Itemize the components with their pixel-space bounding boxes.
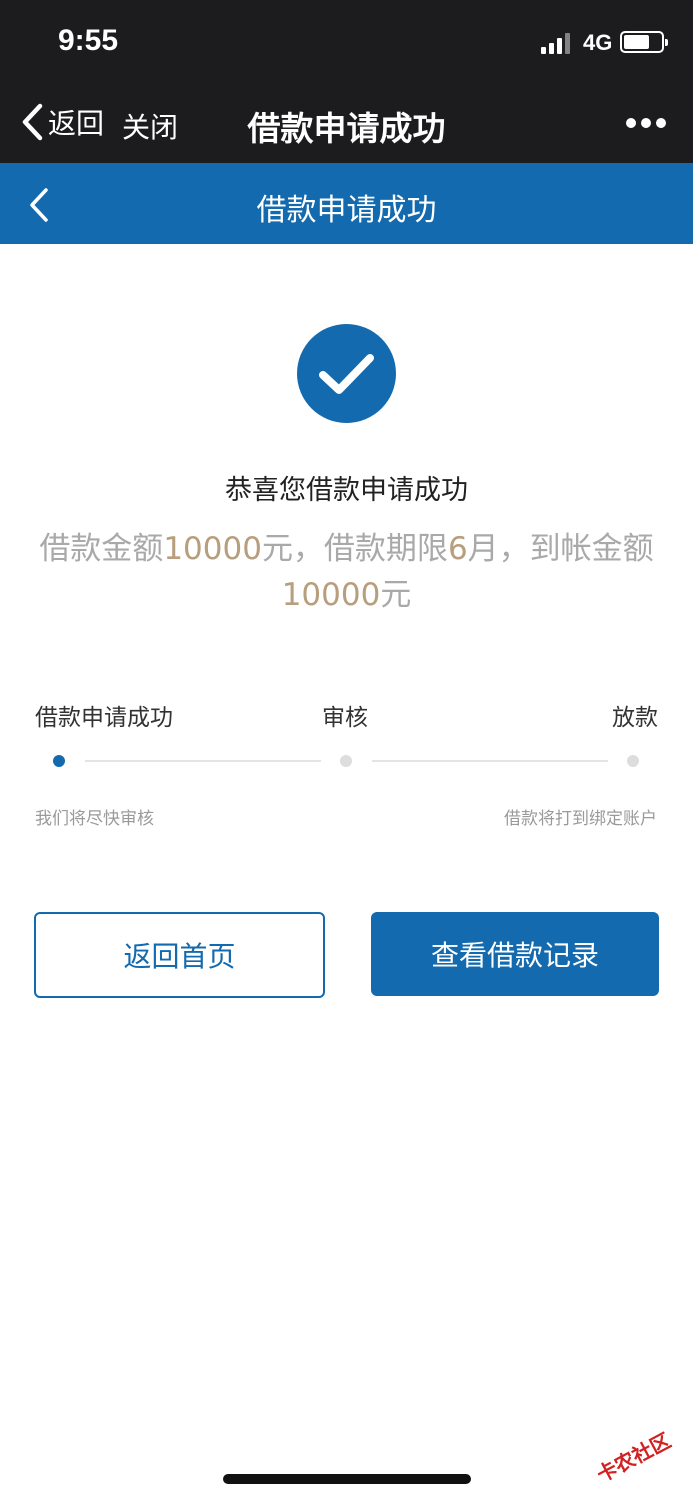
- status-time: 9:55: [58, 24, 119, 57]
- back-home-button[interactable]: 返回首页: [34, 912, 325, 998]
- success-title: 恭喜您借款申请成功: [225, 475, 468, 506]
- status-bar: 9:55 4G: [0, 0, 693, 82]
- step-label-disburse: 放款: [612, 705, 658, 731]
- close-button[interactable]: 关闭: [122, 106, 178, 146]
- success-check-icon: [297, 324, 396, 423]
- step-dot-disburse: [627, 755, 639, 767]
- step-note-applied: 我们将尽快审核: [35, 809, 154, 829]
- received-label: 月，到帐金额: [467, 531, 654, 567]
- amount-label: 借款金额: [39, 531, 164, 567]
- step-label-review: 审核: [322, 705, 368, 731]
- step-note-disburse: 借款将打到绑定账户: [504, 809, 657, 829]
- home-indicator[interactable]: [223, 1474, 471, 1484]
- back-button[interactable]: 返回: [20, 100, 104, 144]
- step-dot-review: [340, 755, 352, 767]
- more-icon[interactable]: [624, 116, 668, 130]
- page-title: 借款申请成功: [256, 193, 437, 228]
- loan-term: 6: [447, 531, 468, 567]
- loan-summary: 借款金额10000元，借款期限6月，到帐金额 10000元: [20, 526, 673, 618]
- term-label: 元，借款期限: [261, 531, 448, 567]
- step-dot-applied: [53, 755, 65, 767]
- page-header: 借款申请成功: [0, 163, 693, 244]
- battery-icon: [620, 31, 668, 53]
- view-records-button[interactable]: 查看借款记录: [371, 912, 659, 996]
- watermark-text: 卡农社区: [592, 1427, 675, 1487]
- network-type: 4G: [583, 30, 613, 55]
- back-label: 返回: [48, 107, 105, 140]
- step-connector: [372, 760, 608, 762]
- chevron-left-icon: [22, 103, 43, 141]
- step-label-applied: 借款申请成功: [35, 705, 173, 731]
- loan-amount: 10000: [163, 531, 262, 567]
- received-amount: 10000: [281, 577, 381, 613]
- step-connector: [85, 760, 321, 762]
- watermark-logo: 卡农社区: [586, 1409, 691, 1496]
- signal-icon: [541, 32, 573, 54]
- nav-bar: 返回 关闭 借款申请成功: [0, 82, 693, 163]
- received-unit: 元: [380, 577, 412, 613]
